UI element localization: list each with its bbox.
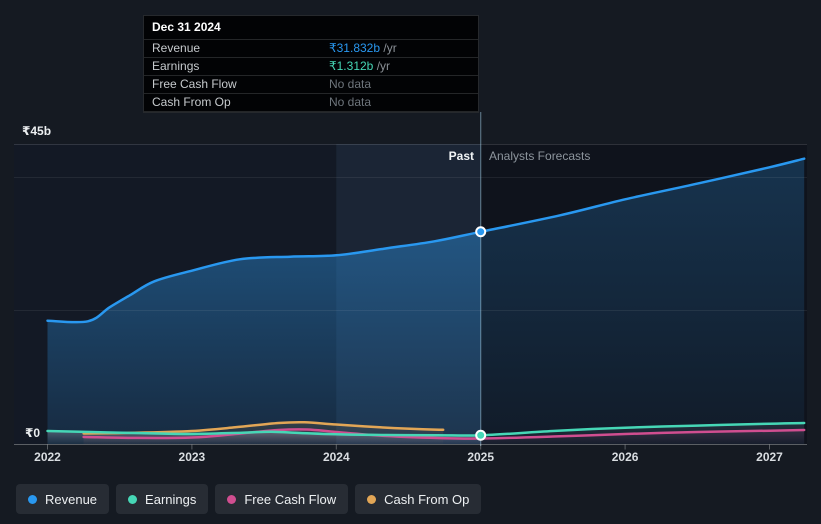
legend-label: Earnings [145, 491, 197, 507]
free-cash-flow-dot-icon [227, 494, 237, 504]
legend-label: Free Cash Flow [244, 491, 337, 507]
tooltip-value: ₹31.832b [329, 41, 381, 55]
tooltip-value: No data [329, 77, 372, 91]
forecast-label: Analysts Forecasts [489, 149, 591, 163]
tooltip-label: Earnings [152, 59, 200, 73]
chart-legend: Revenue Earnings Free Cash Flow Cash Fro… [16, 484, 482, 514]
earnings-revenue-growth-chart: ₹45b ₹0 Past Analysts Forecasts 2022 2023… [0, 0, 821, 524]
tooltip-row-revenue: Revenue ₹31.832b /yr [144, 40, 478, 58]
tooltip-value: No data [329, 95, 372, 109]
legend-label: Revenue [45, 491, 98, 507]
earnings-dot-icon [128, 494, 138, 504]
legend-item-earnings[interactable]: Earnings [116, 484, 209, 514]
legend-label: Cash From Op [384, 491, 470, 507]
past-label: Past [448, 149, 474, 163]
revenue-marker-dot[interactable] [475, 226, 487, 238]
tooltip-label: Free Cash Flow [152, 77, 237, 91]
chart-tooltip: Dec 31 2024 Revenue ₹31.832b /yr Earning… [143, 15, 479, 113]
tooltip-unit: /yr [383, 41, 397, 55]
tooltip-row-cash-from-op: Cash From Op No data [144, 94, 478, 112]
legend-item-revenue[interactable]: Revenue [16, 484, 110, 514]
tooltip-label: Revenue [152, 41, 201, 55]
tooltip-date: Dec 31 2024 [144, 16, 478, 40]
tooltip-value: ₹1.312b [329, 59, 374, 73]
earnings-marker-dot[interactable] [475, 429, 487, 441]
revenue-dot-icon [28, 494, 37, 504]
tooltip-row-free-cash-flow: Free Cash Flow No data [144, 76, 478, 94]
y-axis-label-zero: ₹0 [25, 426, 41, 440]
tooltip-label: Cash From Op [152, 95, 231, 109]
cash-from-op-dot-icon [367, 494, 377, 504]
tooltip-unit: /yr [376, 59, 391, 73]
legend-item-free-cash-flow[interactable]: Free Cash Flow [215, 484, 349, 514]
tooltip-row-earnings: Earnings ₹1.312b /yr [144, 58, 478, 76]
legend-item-cash-from-op[interactable]: Cash From Op [355, 484, 482, 514]
y-axis-label-top: ₹45b [22, 124, 52, 138]
